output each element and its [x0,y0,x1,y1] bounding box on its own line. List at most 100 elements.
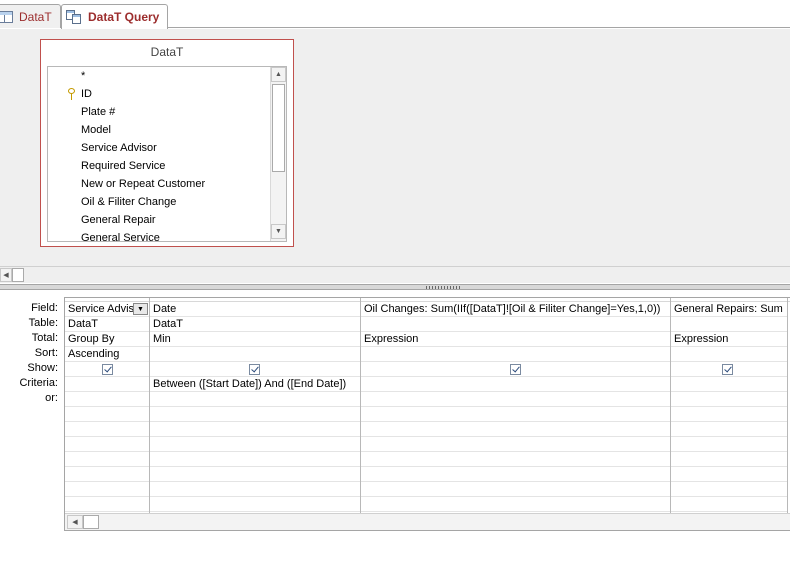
empty-cell[interactable] [361,482,670,497]
empty-cell[interactable] [671,437,787,452]
total-cell[interactable]: Min [150,332,360,347]
empty-cell[interactable] [65,452,149,467]
show-checkbox[interactable] [102,364,113,375]
empty-cell[interactable] [150,437,360,452]
or-cell[interactable] [150,392,360,407]
scroll-left-icon[interactable]: ◀ [67,515,83,529]
empty-cell[interactable] [361,452,670,467]
empty-cell[interactable] [361,407,670,422]
empty-cell[interactable] [150,497,360,512]
empty-cell[interactable] [150,407,360,422]
field-item-all[interactable]: * [48,67,286,85]
sort-cell[interactable] [150,347,360,362]
empty-cell[interactable] [150,422,360,437]
empty-cell[interactable] [671,422,787,437]
field-item-plate[interactable]: Plate # [48,103,286,121]
scroll-down-icon[interactable]: ▼ [271,224,286,239]
show-checkbox[interactable] [249,364,260,375]
grid-scrollbar[interactable]: ◀ [65,513,790,530]
empty-cell[interactable] [361,497,670,512]
pane-splitter[interactable] [0,284,790,290]
table-title: DataT [150,45,184,59]
empty-cell[interactable] [361,467,670,482]
empty-cell[interactable] [65,467,149,482]
query-design-grid: Service Advis ▼ DataT Group By Ascending… [64,297,790,531]
scroll-thumb[interactable] [12,268,24,282]
row-label-table: Table: [28,317,58,329]
empty-cell[interactable] [671,452,787,467]
criteria-cell[interactable] [361,377,670,392]
empty-cell[interactable] [65,407,149,422]
sort-cell[interactable] [671,347,787,362]
field-cell[interactable]: Service Advis ▼ [65,302,149,317]
empty-cell[interactable] [671,407,787,422]
or-cell[interactable] [361,392,670,407]
empty-cell[interactable] [361,437,670,452]
dropdown-arrow-icon[interactable]: ▼ [133,303,148,315]
total-cell[interactable]: Expression [361,332,670,347]
field-item-new-or-repeat-customer[interactable]: New or Repeat Customer [48,175,286,193]
empty-cell[interactable] [65,422,149,437]
row-label-criteria: Criteria: [19,377,58,389]
table-cell[interactable]: DataT [150,317,360,332]
sort-cell[interactable] [361,347,670,362]
empty-cell[interactable] [150,467,360,482]
scroll-left-icon[interactable]: ◀ [0,268,12,282]
field-list-scrollbar[interactable]: ▲ ▼ [270,67,286,241]
grid-column-date: Date DataT Min Between ([Start Date]) An… [150,298,361,513]
field-item-label: ID [81,88,92,100]
query-icon [66,10,82,24]
empty-cell[interactable] [361,422,670,437]
or-cell[interactable] [671,392,787,407]
empty-cell[interactable] [150,482,360,497]
table-cell[interactable]: DataT [65,317,149,332]
field-item-required-service[interactable]: Required Service [48,157,286,175]
total-cell[interactable]: Expression [671,332,787,347]
criteria-cell[interactable]: Between ([Start Date]) And ([End Date]) [150,377,360,392]
splitter-grip-icon[interactable] [426,286,462,289]
grid-column-oil-changes: Oil Changes: Sum(IIf([DataT]![Oil & Fili… [361,298,671,513]
row-label-or: or: [45,392,58,404]
table-cell[interactable] [671,317,787,332]
scroll-thumb[interactable] [83,515,99,529]
field-list[interactable]: * ID Plate # Model Service Advisor Requi… [47,66,287,242]
field-cell[interactable]: General Repairs: Sum [671,302,787,317]
tab-datat-query[interactable]: DataT Query [61,4,169,29]
table-cell[interactable] [361,317,670,332]
field-item-id[interactable]: ID [48,85,286,103]
show-checkbox[interactable] [510,364,521,375]
tab-datat[interactable]: DataT [0,4,61,28]
or-cell[interactable] [65,392,149,407]
show-cell [361,362,670,377]
empty-cell[interactable] [65,482,149,497]
tab-label: DataT Query [88,10,160,24]
grid-row-labels: Field: Table: Total: Sort: Show: Criteri… [0,301,60,406]
field-cell[interactable]: Oil Changes: Sum(IIf([DataT]![Oil & Fili… [361,302,670,317]
row-label-sort: Sort: [34,347,58,359]
total-cell[interactable]: Group By [65,332,149,347]
scroll-thumb[interactable] [272,84,285,172]
field-cell[interactable]: Date [150,302,360,317]
empty-cell[interactable] [671,467,787,482]
row-label-field: Field: [31,302,58,314]
criteria-cell[interactable] [671,377,787,392]
field-item-oil-filter-change[interactable]: Oil & Filiter Change [48,193,286,211]
empty-cell[interactable] [65,497,149,512]
design-pane-scrollbar[interactable]: ◀ [0,266,790,283]
table-field-list-window[interactable]: DataT * ID Plate # Model Service Advisor… [40,39,294,247]
field-item-service-advisor[interactable]: Service Advisor [48,139,286,157]
field-item-general-repair[interactable]: General Repair [48,211,286,229]
empty-cell[interactable] [671,497,787,512]
empty-cell[interactable] [671,482,787,497]
show-checkbox[interactable] [722,364,733,375]
query-design-grid-pane: Field: Table: Total: Sort: Show: Criteri… [0,291,790,570]
scroll-up-icon[interactable]: ▲ [271,67,286,82]
field-item-model[interactable]: Model [48,121,286,139]
criteria-cell[interactable] [65,377,149,392]
empty-cell[interactable] [150,452,360,467]
field-cell-value: Service Advis [68,303,135,315]
sort-cell[interactable]: Ascending [65,347,149,362]
empty-cell[interactable] [65,437,149,452]
show-cell [671,362,787,377]
field-item-general-service[interactable]: General Service [48,229,286,241]
